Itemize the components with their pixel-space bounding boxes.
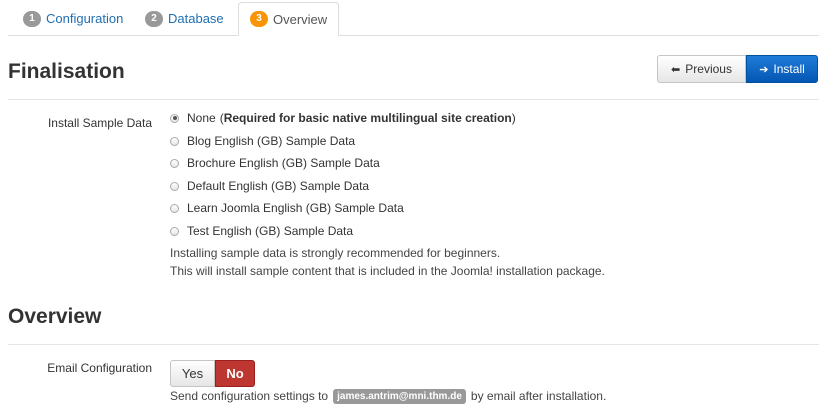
tab-label: Overview bbox=[273, 11, 328, 27]
previous-label: Previous bbox=[685, 62, 732, 76]
tab-step-badge: 3 bbox=[250, 11, 268, 27]
radio-label: None bbox=[187, 111, 216, 125]
tab-configuration[interactable]: 1 Configuration bbox=[12, 2, 134, 35]
radio-label: Brochure English (GB) Sample Data bbox=[187, 156, 380, 170]
overview-heading: Overview bbox=[8, 305, 102, 328]
radio-button[interactable] bbox=[170, 158, 179, 168]
radio-button[interactable] bbox=[170, 203, 179, 213]
email-config-toggle[interactable]: Yes No bbox=[170, 360, 255, 387]
radio-note-close-paren: ) bbox=[511, 111, 516, 125]
radio-sample-test[interactable]: Test English (GB) Sample Data bbox=[170, 222, 353, 240]
install-button[interactable]: ➔ Install bbox=[746, 55, 818, 83]
radio-button[interactable] bbox=[170, 226, 179, 236]
radio-label: Test English (GB) Sample Data bbox=[187, 224, 354, 238]
radio-label: Learn Joomla English (GB) Sample Data bbox=[187, 201, 404, 215]
radio-sample-none[interactable]: None (Required for basic native multilin… bbox=[170, 109, 516, 127]
email-config-label: Email Configuration bbox=[47, 361, 152, 375]
finalisation-heading: Finalisation bbox=[8, 60, 125, 83]
tab-step-badge: 1 bbox=[23, 10, 41, 27]
previous-button[interactable]: ⬅ Previous bbox=[657, 55, 746, 83]
email-help-suffix: by email after installation. bbox=[470, 389, 607, 403]
sample-data-help-1: Installing sample data is strongly recom… bbox=[170, 246, 501, 260]
arrow-left-icon: ⬅ bbox=[671, 63, 681, 76]
radio-sample-blog[interactable]: Blog English (GB) Sample Data bbox=[170, 132, 355, 150]
no-button[interactable]: No bbox=[215, 360, 255, 387]
radio-button-checked[interactable] bbox=[170, 113, 179, 123]
tabs-divider bbox=[8, 35, 819, 36]
radio-note: Required for basic native multilingual s… bbox=[223, 111, 512, 125]
tab-label: Configuration bbox=[46, 11, 124, 26]
section-divider bbox=[8, 99, 819, 100]
sample-data-help-2: This will install sample content that is… bbox=[170, 264, 605, 278]
arrow-right-icon: ➔ bbox=[759, 63, 769, 76]
email-help-prefix: Send configuration settings to bbox=[170, 389, 329, 403]
radio-button[interactable] bbox=[170, 181, 179, 191]
radio-sample-default[interactable]: Default English (GB) Sample Data bbox=[170, 177, 369, 195]
radio-label: Blog English (GB) Sample Data bbox=[187, 134, 356, 148]
yes-button[interactable]: Yes bbox=[170, 360, 215, 387]
email-config-help: Send configuration settings to james.ant… bbox=[170, 387, 606, 405]
email-address-badge: james.antrim@mni.thm.de bbox=[333, 388, 466, 404]
sample-data-label: Install Sample Data bbox=[47, 116, 152, 130]
radio-label: Default English (GB) Sample Data bbox=[187, 179, 370, 193]
tab-database[interactable]: 2 Database bbox=[134, 2, 235, 35]
tab-label: Database bbox=[168, 11, 224, 26]
install-label: Install bbox=[773, 62, 805, 76]
section-divider bbox=[8, 344, 819, 345]
radio-sample-learn[interactable]: Learn Joomla English (GB) Sample Data bbox=[170, 199, 404, 217]
radio-button[interactable] bbox=[170, 136, 179, 146]
step-tabs: 1 Configuration 2 Database 3 Overview bbox=[0, 0, 825, 36]
tab-step-badge: 2 bbox=[145, 10, 163, 27]
tab-overview[interactable]: 3 Overview bbox=[238, 2, 340, 36]
radio-sample-brochure[interactable]: Brochure English (GB) Sample Data bbox=[170, 154, 380, 172]
